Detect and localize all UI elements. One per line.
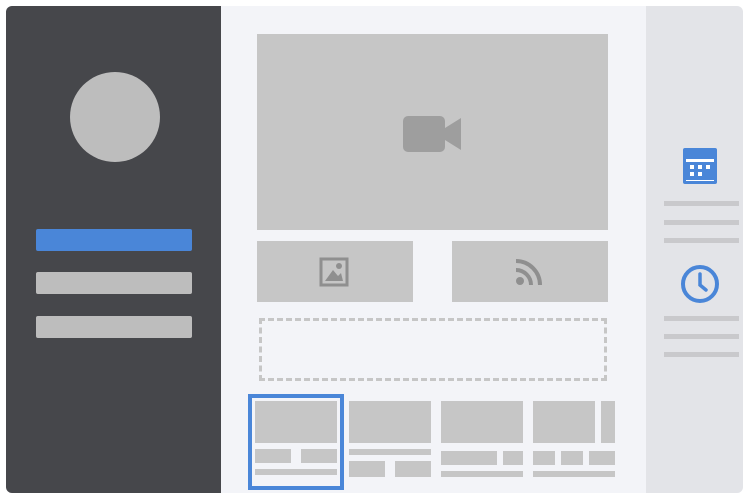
layout-thumbnail-1[interactable] — [248, 394, 344, 490]
calendar-icon[interactable] — [683, 148, 717, 184]
feed-placeholder[interactable] — [452, 241, 608, 302]
layout-thumbnail-4[interactable] — [533, 401, 615, 483]
video-placeholder[interactable] — [257, 34, 608, 230]
sidebar-item-active[interactable] — [36, 229, 192, 251]
sidebar-item-2[interactable] — [36, 272, 192, 294]
image-placeholder[interactable] — [257, 241, 413, 302]
right-panel — [646, 6, 743, 493]
calendar-detail-line-1 — [664, 201, 739, 206]
sidebar-item-3[interactable] — [36, 316, 192, 338]
clock-detail-line-3 — [664, 352, 739, 357]
drop-zone[interactable] — [259, 318, 607, 381]
layout-thumbnail-3[interactable] — [441, 401, 523, 483]
video-camera-icon — [403, 116, 461, 152]
clock-detail-line-1 — [664, 316, 739, 321]
sidebar — [6, 6, 221, 493]
calendar-detail-line-2 — [664, 220, 739, 225]
app-window — [6, 6, 743, 493]
layout-thumbnail-2[interactable] — [349, 401, 431, 483]
main-canvas — [221, 6, 646, 493]
rss-feed-icon — [515, 259, 542, 286]
image-icon — [319, 257, 349, 287]
avatar[interactable] — [70, 72, 160, 162]
calendar-detail-line-3 — [664, 238, 739, 243]
clock-detail-line-2 — [664, 334, 739, 339]
clock-icon[interactable] — [680, 264, 720, 304]
